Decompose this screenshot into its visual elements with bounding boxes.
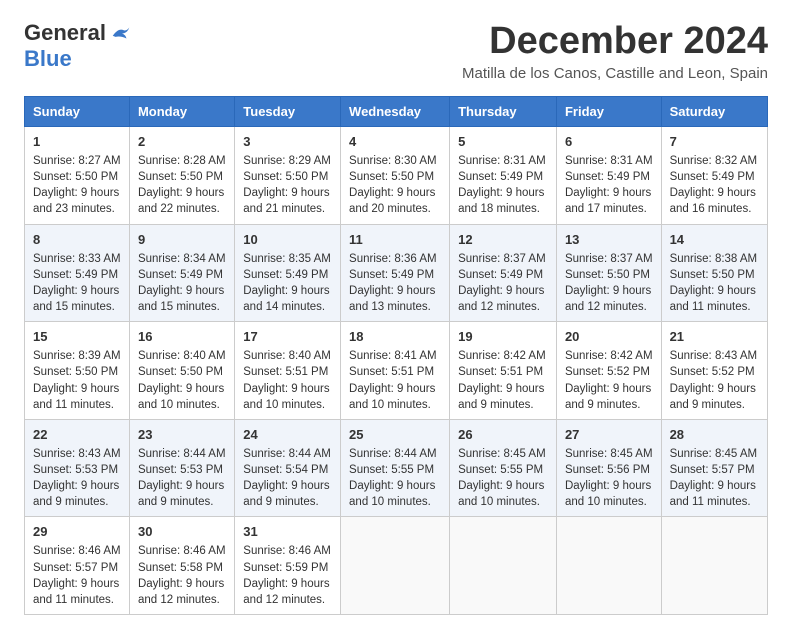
day-number: 26 (458, 426, 548, 444)
location-title: Matilla de los Canos, Castille and Leon,… (462, 65, 768, 82)
calendar-cell: 30Sunrise: 8:46 AMSunset: 5:58 PMDayligh… (129, 517, 234, 615)
calendar-cell (556, 517, 661, 615)
calendar-cell: 5Sunrise: 8:31 AMSunset: 5:49 PMDaylight… (450, 127, 557, 225)
calendar-cell: 2Sunrise: 8:28 AMSunset: 5:50 PMDaylight… (129, 127, 234, 225)
day-number: 20 (565, 328, 653, 346)
day-number: 11 (349, 231, 441, 249)
calendar-week-row: 15Sunrise: 8:39 AMSunset: 5:50 PMDayligh… (25, 322, 768, 420)
calendar-week-row: 29Sunrise: 8:46 AMSunset: 5:57 PMDayligh… (25, 517, 768, 615)
day-number: 1 (33, 133, 121, 151)
day-number: 16 (138, 328, 226, 346)
day-number: 15 (33, 328, 121, 346)
day-number: 21 (670, 328, 759, 346)
day-number: 31 (243, 523, 332, 541)
logo-blue-text: Blue (24, 46, 72, 72)
day-number: 28 (670, 426, 759, 444)
day-number: 3 (243, 133, 332, 151)
day-number: 17 (243, 328, 332, 346)
calendar-cell (450, 517, 557, 615)
calendar-cell: 24Sunrise: 8:44 AMSunset: 5:54 PMDayligh… (235, 419, 341, 517)
calendar-cell: 14Sunrise: 8:38 AMSunset: 5:50 PMDayligh… (661, 224, 767, 322)
calendar-cell: 29Sunrise: 8:46 AMSunset: 5:57 PMDayligh… (25, 517, 130, 615)
logo: General (24, 20, 132, 46)
month-title: December 2024 (462, 20, 768, 63)
calendar-week-row: 22Sunrise: 8:43 AMSunset: 5:53 PMDayligh… (25, 419, 768, 517)
day-number: 27 (565, 426, 653, 444)
calendar-header-day: Friday (556, 97, 661, 127)
calendar-header-day: Sunday (25, 97, 130, 127)
calendar-cell: 19Sunrise: 8:42 AMSunset: 5:51 PMDayligh… (450, 322, 557, 420)
logo-bird-icon (110, 22, 132, 44)
day-number: 6 (565, 133, 653, 151)
calendar-cell: 10Sunrise: 8:35 AMSunset: 5:49 PMDayligh… (235, 224, 341, 322)
calendar-cell: 27Sunrise: 8:45 AMSunset: 5:56 PMDayligh… (556, 419, 661, 517)
calendar-cell: 11Sunrise: 8:36 AMSunset: 5:49 PMDayligh… (341, 224, 450, 322)
calendar-table: SundayMondayTuesdayWednesdayThursdayFrid… (24, 96, 768, 615)
calendar-cell: 1Sunrise: 8:27 AMSunset: 5:50 PMDaylight… (25, 127, 130, 225)
calendar-cell: 23Sunrise: 8:44 AMSunset: 5:53 PMDayligh… (129, 419, 234, 517)
day-number: 4 (349, 133, 441, 151)
title-area: December 2024 Matilla de los Canos, Cast… (462, 20, 768, 82)
day-number: 5 (458, 133, 548, 151)
logo-general: General (24, 20, 106, 46)
calendar-cell (661, 517, 767, 615)
calendar-cell: 8Sunrise: 8:33 AMSunset: 5:49 PMDaylight… (25, 224, 130, 322)
calendar-cell: 6Sunrise: 8:31 AMSunset: 5:49 PMDaylight… (556, 127, 661, 225)
calendar-cell: 17Sunrise: 8:40 AMSunset: 5:51 PMDayligh… (235, 322, 341, 420)
day-number: 10 (243, 231, 332, 249)
day-number: 2 (138, 133, 226, 151)
day-number: 7 (670, 133, 759, 151)
calendar-header-day: Tuesday (235, 97, 341, 127)
calendar-cell: 18Sunrise: 8:41 AMSunset: 5:51 PMDayligh… (341, 322, 450, 420)
page-header: General Blue December 2024 Matilla de lo… (24, 20, 768, 82)
calendar-cell: 15Sunrise: 8:39 AMSunset: 5:50 PMDayligh… (25, 322, 130, 420)
calendar-cell: 16Sunrise: 8:40 AMSunset: 5:50 PMDayligh… (129, 322, 234, 420)
calendar-week-row: 8Sunrise: 8:33 AMSunset: 5:49 PMDaylight… (25, 224, 768, 322)
calendar-cell (341, 517, 450, 615)
calendar-cell: 9Sunrise: 8:34 AMSunset: 5:49 PMDaylight… (129, 224, 234, 322)
calendar-cell: 28Sunrise: 8:45 AMSunset: 5:57 PMDayligh… (661, 419, 767, 517)
day-number: 24 (243, 426, 332, 444)
calendar-header-day: Thursday (450, 97, 557, 127)
day-number: 29 (33, 523, 121, 541)
calendar-cell: 20Sunrise: 8:42 AMSunset: 5:52 PMDayligh… (556, 322, 661, 420)
calendar-cell: 7Sunrise: 8:32 AMSunset: 5:49 PMDaylight… (661, 127, 767, 225)
calendar-cell: 13Sunrise: 8:37 AMSunset: 5:50 PMDayligh… (556, 224, 661, 322)
day-number: 22 (33, 426, 121, 444)
calendar-cell: 4Sunrise: 8:30 AMSunset: 5:50 PMDaylight… (341, 127, 450, 225)
day-number: 18 (349, 328, 441, 346)
day-number: 23 (138, 426, 226, 444)
day-number: 30 (138, 523, 226, 541)
day-number: 14 (670, 231, 759, 249)
day-number: 25 (349, 426, 441, 444)
calendar-header-day: Monday (129, 97, 234, 127)
day-number: 9 (138, 231, 226, 249)
calendar-header-day: Wednesday (341, 97, 450, 127)
day-number: 12 (458, 231, 548, 249)
day-number: 8 (33, 231, 121, 249)
calendar-cell: 12Sunrise: 8:37 AMSunset: 5:49 PMDayligh… (450, 224, 557, 322)
calendar-header-day: Saturday (661, 97, 767, 127)
calendar-week-row: 1Sunrise: 8:27 AMSunset: 5:50 PMDaylight… (25, 127, 768, 225)
logo-blue-line: Blue (24, 46, 72, 72)
calendar-header-row: SundayMondayTuesdayWednesdayThursdayFrid… (25, 97, 768, 127)
calendar-cell: 25Sunrise: 8:44 AMSunset: 5:55 PMDayligh… (341, 419, 450, 517)
calendar-cell: 22Sunrise: 8:43 AMSunset: 5:53 PMDayligh… (25, 419, 130, 517)
calendar-cell: 3Sunrise: 8:29 AMSunset: 5:50 PMDaylight… (235, 127, 341, 225)
calendar-cell: 31Sunrise: 8:46 AMSunset: 5:59 PMDayligh… (235, 517, 341, 615)
calendar-cell: 21Sunrise: 8:43 AMSunset: 5:52 PMDayligh… (661, 322, 767, 420)
logo-area: General Blue (24, 20, 132, 72)
calendar-cell: 26Sunrise: 8:45 AMSunset: 5:55 PMDayligh… (450, 419, 557, 517)
day-number: 19 (458, 328, 548, 346)
day-number: 13 (565, 231, 653, 249)
